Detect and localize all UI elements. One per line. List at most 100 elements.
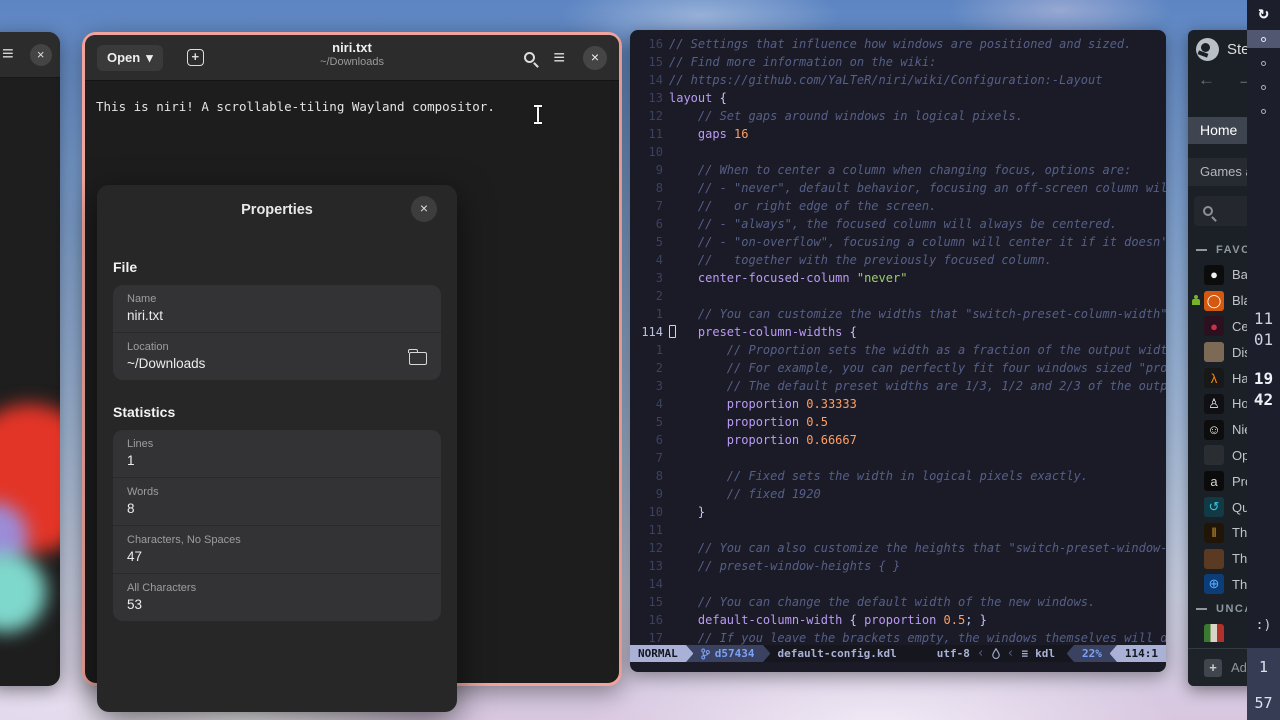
line-number: 5 xyxy=(630,413,663,431)
code-line[interactable]: 12 // Set gaps around windows in logical… xyxy=(630,107,1166,125)
property-value: 8 xyxy=(127,501,427,516)
code-line[interactable]: 2 // For example, you can perfectly fit … xyxy=(630,359,1166,377)
code-line[interactable]: 114 preset-column-widths { xyxy=(630,323,1166,341)
game-icon[interactable] xyxy=(1204,624,1224,642)
code-line[interactable]: 7 xyxy=(630,449,1166,467)
line-number: 4 xyxy=(630,395,663,413)
code-line[interactable]: 14// https://github.com/YaLTeR/niri/wiki… xyxy=(630,71,1166,89)
code-line[interactable]: 13layout { xyxy=(630,89,1166,107)
code-line[interactable]: 1 // Proportion sets the width as a frac… xyxy=(630,341,1166,359)
code-line[interactable]: 10 } xyxy=(630,503,1166,521)
line-number: 1 xyxy=(630,305,663,323)
line-number: 15 xyxy=(630,53,663,71)
image-content xyxy=(0,552,46,632)
code-line[interactable]: 14 xyxy=(630,575,1166,593)
main-menu-icon[interactable]: ≡ xyxy=(553,48,565,68)
collapse-icon xyxy=(1196,249,1207,251)
code-line[interactable]: 8 // - "never", default behavior, focusi… xyxy=(630,179,1166,197)
git-branch-segment: d57434 xyxy=(693,645,763,662)
game-icon: ◯ xyxy=(1204,291,1224,311)
code-line[interactable]: 3 center-focused-column "never" xyxy=(630,269,1166,287)
code-line[interactable]: 15 // You can change the default width o… xyxy=(630,593,1166,611)
code-line[interactable]: 2 xyxy=(630,287,1166,305)
code-line[interactable]: 5 proportion 0.5 xyxy=(630,413,1166,431)
code-line[interactable]: 11 xyxy=(630,521,1166,539)
property-label: Location xyxy=(127,341,427,353)
vim-editor-window[interactable]: 16// Settings that influence how windows… xyxy=(630,30,1166,672)
line-number: 2 xyxy=(630,287,663,305)
code-line[interactable]: 8 // Fixed sets the width in logical pix… xyxy=(630,467,1166,485)
section-heading: File xyxy=(113,259,441,275)
property-label: Lines xyxy=(127,438,427,450)
code-line[interactable]: 16 default-column-width { proportion 0.5… xyxy=(630,611,1166,629)
background-window[interactable]: ≡ × xyxy=(0,32,60,686)
code-line[interactable]: 9 // When to center a column when changi… xyxy=(630,161,1166,179)
game-icon xyxy=(1204,549,1224,569)
code-line[interactable]: 13 // preset-window-heights { } xyxy=(630,557,1166,575)
chevron-down-icon: ▾ xyxy=(146,50,153,66)
vim-mode-indicator: NORMAL xyxy=(630,645,686,662)
search-icon[interactable] xyxy=(524,52,535,63)
indicator-value: 57 xyxy=(1247,694,1280,712)
close-window-button[interactable]: × xyxy=(583,46,607,70)
property-row: Nameniri.txt xyxy=(113,285,441,332)
code-line[interactable]: 12 // You can also customize the heights… xyxy=(630,539,1166,557)
property-row: All Characters53 xyxy=(113,573,441,621)
filetype: kdl xyxy=(1035,647,1055,660)
time-minute: 42 xyxy=(1247,389,1280,410)
game-label: Th xyxy=(1232,551,1247,566)
time-hour: 19 xyxy=(1247,368,1280,389)
code-line[interactable]: 3 // The default preset widths are 1/3, … xyxy=(630,377,1166,395)
line-number: 11 xyxy=(630,125,663,143)
filetype-icon: ≡ xyxy=(1022,647,1029,660)
clock-widget: 11 01 19 42 xyxy=(1247,308,1280,410)
os-droplet-icon xyxy=(992,648,1000,659)
back-arrow-icon[interactable]: ← xyxy=(1198,70,1215,90)
collapse-icon xyxy=(1196,608,1207,610)
game-icon: ‖ xyxy=(1204,523,1224,543)
menu-icon[interactable]: ≡ xyxy=(2,43,14,66)
code-line[interactable]: 9 // fixed 1920 xyxy=(630,485,1166,503)
code-line[interactable]: 5 // - "on-overflow", focusing a column … xyxy=(630,233,1166,251)
power-icon[interactable]: ↻ xyxy=(1247,0,1280,23)
code-line[interactable]: 6 proportion 0.66667 xyxy=(630,431,1166,449)
property-label: Characters, No Spaces xyxy=(127,534,427,546)
folder-open-icon[interactable] xyxy=(409,352,427,365)
line-number: 7 xyxy=(630,197,663,215)
workspace-dot[interactable] xyxy=(1247,54,1280,72)
new-tab-button[interactable]: + xyxy=(187,49,204,66)
line-number: 114 xyxy=(630,323,663,341)
code-line[interactable]: 4 proportion 0.33333 xyxy=(630,395,1166,413)
property-value: niri.txt xyxy=(127,308,427,323)
bar-bottom-section: 1 57 xyxy=(1247,648,1280,720)
code-line[interactable]: 15// Find more information on the wiki: xyxy=(630,53,1166,71)
code-line[interactable]: 16// Settings that influence how windows… xyxy=(630,35,1166,53)
code-area[interactable]: 16// Settings that influence how windows… xyxy=(630,35,1166,647)
search-icon xyxy=(1203,206,1213,216)
code-line[interactable]: 4 // together with the previously focuse… xyxy=(630,251,1166,269)
line-number: 12 xyxy=(630,539,663,557)
workspace-dot[interactable] xyxy=(1247,102,1280,120)
line-number: 15 xyxy=(630,593,663,611)
property-label: All Characters xyxy=(127,582,427,594)
plus-icon: + xyxy=(1204,659,1222,677)
game-label: Th xyxy=(1232,577,1247,592)
separator xyxy=(686,645,693,662)
open-button[interactable]: Open ▾ xyxy=(97,45,163,71)
line-number: 9 xyxy=(630,161,663,179)
separator: ‹ xyxy=(977,646,985,661)
game-icon: ● xyxy=(1204,265,1224,285)
code-line[interactable]: 10 xyxy=(630,143,1166,161)
dialog-close-button[interactable]: × xyxy=(411,196,437,222)
code-line[interactable]: 6 // - "always", the focused column will… xyxy=(630,215,1166,233)
property-value: ~/Downloads xyxy=(127,356,427,371)
code-line[interactable]: 7 // or right edge of the screen. xyxy=(630,197,1166,215)
code-line[interactable]: 1 // You can customize the widths that "… xyxy=(630,305,1166,323)
dialog-title: Properties xyxy=(241,202,313,218)
line-number: 16 xyxy=(630,35,663,53)
workspace-dot[interactable] xyxy=(1247,78,1280,96)
workspace-dot[interactable] xyxy=(1247,30,1280,48)
line-number: 9 xyxy=(630,485,663,503)
close-icon[interactable]: × xyxy=(30,44,52,66)
code-line[interactable]: 11 gaps 16 xyxy=(630,125,1166,143)
